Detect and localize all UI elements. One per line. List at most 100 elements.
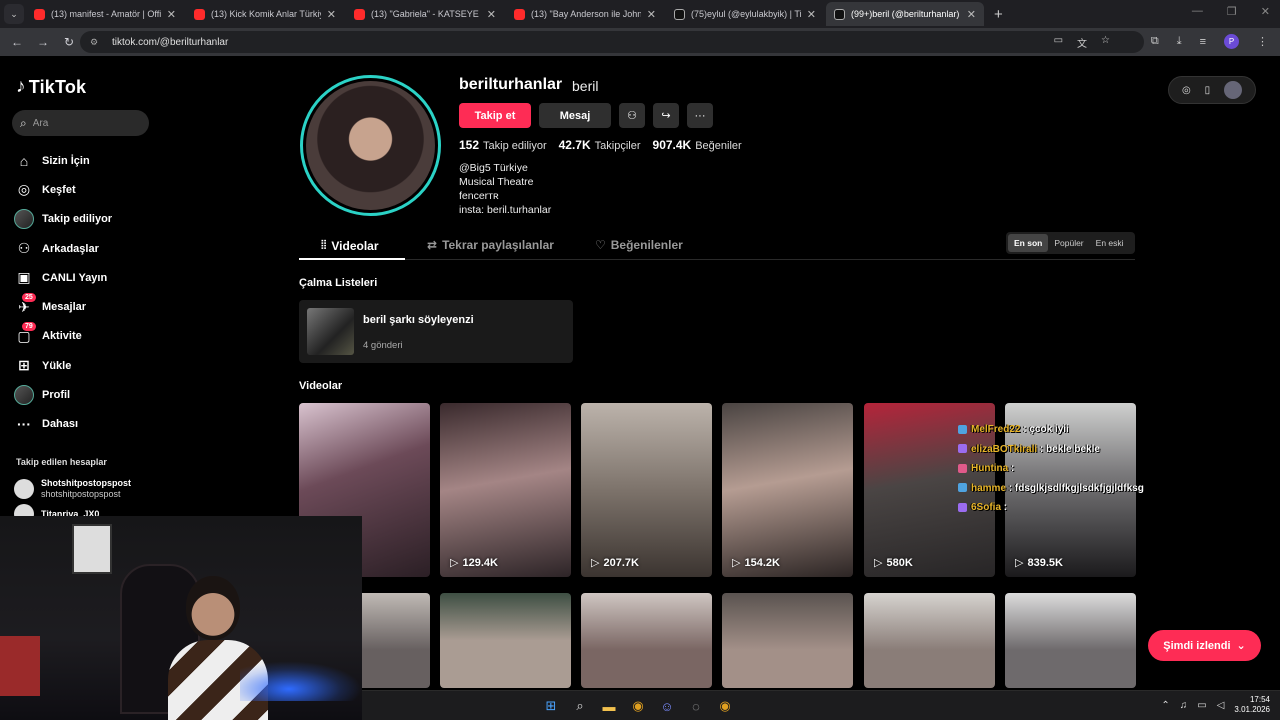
minimize-icon[interactable]: —: [1192, 5, 1203, 18]
search-icon: ⌕: [20, 115, 27, 130]
stat-item[interactable]: 152 Takip ediliyor: [459, 138, 547, 152]
account-username: shotshitpostopspost: [41, 489, 121, 499]
forward-icon[interactable]: →: [30, 35, 56, 49]
tab-videos[interactable]: ⦙⦙ Videolar: [321, 238, 379, 253]
profile-bio: @Big5 Türkiye Musical Theatre fencerᴛʀ inst…: [459, 161, 551, 217]
sidebar-item[interactable]: ◎ Keşfet: [14, 175, 112, 204]
add-friend-icon[interactable]: ⚇: [619, 103, 645, 128]
chrome-active-icon[interactable]: ◉: [714, 695, 736, 717]
tray-chevron-icon[interactable]: ⌃: [1161, 700, 1169, 711]
close-tab-icon[interactable]: ✕: [967, 8, 976, 21]
user-avatar[interactable]: [1224, 81, 1243, 99]
sidebar-item[interactable]: ··· Dahası: [14, 410, 112, 439]
video-thumbnail[interactable]: ▷ 207.7K: [581, 403, 712, 577]
video-thumbnail[interactable]: ▷ 154.2K: [722, 403, 853, 577]
sidebar-item[interactable]: ⊞ Yükle: [14, 351, 112, 380]
new-tab-button[interactable]: +: [994, 6, 1003, 23]
coins-icon[interactable]: ◎: [1182, 85, 1191, 96]
bookmark-star-icon[interactable]: ☆: [1101, 35, 1110, 50]
more-options-icon[interactable]: ···: [687, 103, 713, 128]
search-input[interactable]: [32, 117, 123, 129]
browser-tab[interactable]: (13) manifest - Amatör | Official ✕: [26, 2, 184, 26]
profile-avatar[interactable]: [300, 75, 441, 216]
tiktok-logo[interactable]: ♪ TikTok: [16, 76, 86, 98]
videos-title: Videolar: [299, 380, 343, 392]
sidebar-item[interactable]: ⌂ Sizin İçin: [14, 146, 112, 175]
network-icon[interactable]: ▭: [1197, 700, 1206, 711]
search-box[interactable]: ⌕: [12, 110, 149, 136]
sidebar-item[interactable]: ▢ 79 Aktivite: [14, 322, 112, 351]
video-thumbnail[interactable]: ▷ 129.4K: [440, 403, 571, 577]
sort-latest[interactable]: En son: [1008, 234, 1049, 252]
sidebar-item[interactable]: ✈ 25 Mesajlar: [14, 292, 112, 321]
grid-icon: ⦙⦙: [321, 238, 327, 252]
tab-liked[interactable]: ♡ Beğenilenler: [595, 238, 683, 252]
url-field[interactable]: ⚙ tiktok.com/@berilturhanlar: [80, 31, 1144, 53]
video-view-count: 129.4K: [462, 556, 498, 569]
maximize-icon[interactable]: ❐: [1227, 5, 1237, 18]
tab-reposts-label: Tekrar paylaşılanlar: [442, 238, 554, 252]
close-window-icon[interactable]: ✕: [1261, 5, 1270, 18]
now-watched-label: Şimdi izlendi: [1163, 639, 1231, 652]
browser-tab[interactable]: (13) "Bay Anderson ile John Wi ✕: [506, 2, 664, 26]
sidebar-item[interactable]: ▣ CANLI Yayın: [14, 263, 112, 292]
clock[interactable]: 17:54 3.01.2026: [1234, 695, 1270, 715]
video-thumbnail[interactable]: [864, 593, 995, 688]
playlist-name: beril şarkı söyleyenzi: [363, 314, 474, 326]
followed-account[interactable]: Shotshitpostopspost shotshitpostopspost: [14, 478, 131, 500]
message-button[interactable]: Mesaj: [539, 103, 611, 128]
play-icon: ▷: [732, 557, 741, 569]
translate-icon[interactable]: 文: [1077, 35, 1087, 50]
browser-tab[interactable]: (75)eylul (@eylulakbyik) | TikTo ✕: [666, 2, 824, 26]
led-light: [240, 661, 362, 701]
close-tab-icon[interactable]: ✕: [647, 8, 656, 21]
browser-menu-icon[interactable]: ⋮: [1257, 35, 1268, 48]
video-thumbnail[interactable]: [581, 593, 712, 688]
extensions-icon[interactable]: ⧉: [1151, 35, 1159, 48]
device-icon[interactable]: ▯: [1205, 85, 1211, 96]
cast-icon[interactable]: ▭: [1054, 35, 1063, 50]
sidebar-item[interactable]: Takip ediliyor: [14, 205, 112, 234]
video-thumbnail[interactable]: [440, 593, 571, 688]
browser-tab[interactable]: (13) Kick Komik Anlar Türkiye R ✕: [186, 2, 344, 26]
video-thumbnail[interactable]: [722, 593, 853, 688]
taskbar-search-icon[interactable]: ⌕: [569, 695, 591, 717]
follow-button[interactable]: Takip et: [459, 103, 531, 128]
playlist-card[interactable]: beril şarkı söyleyenzi 4 gönderi: [299, 300, 573, 363]
download-icon[interactable]: ⤓: [1177, 35, 1182, 48]
sidebar-item-label: Keşfet: [42, 183, 76, 196]
tab-search-button[interactable]: ⌄: [4, 4, 24, 24]
tab-reposts[interactable]: ⇄ Tekrar paylaşılanlar: [427, 238, 554, 252]
media-icon[interactable]: ≡: [1200, 36, 1206, 48]
stat-item[interactable]: 907.4K Beğeniler: [653, 138, 742, 152]
windows-start-icon[interactable]: ⊞: [540, 695, 562, 717]
chrome-icon[interactable]: ◉: [627, 695, 649, 717]
site-info-icon[interactable]: ⚙: [90, 37, 102, 48]
reload-icon[interactable]: ↻: [56, 35, 82, 49]
microphone-icon[interactable]: ♫: [1180, 700, 1188, 711]
stat-item[interactable]: 42.7K Takipçiler: [559, 138, 641, 152]
sidebar-item[interactable]: Profil: [14, 380, 112, 409]
file-explorer-icon[interactable]: ▬: [598, 695, 620, 717]
bio-line: insta: beril.turhanlar: [459, 204, 552, 216]
video-thumbnail[interactable]: [1005, 593, 1136, 688]
url-actions: ▭ 文 ☆: [1054, 35, 1110, 50]
close-tab-icon[interactable]: ✕: [167, 8, 176, 21]
browser-tab[interactable]: (13) "Gabriela" - KATSEYE - You ✕: [346, 2, 504, 26]
sort-oldest[interactable]: En eski: [1090, 234, 1130, 252]
close-tab-icon[interactable]: ✕: [487, 8, 496, 21]
share-icon[interactable]: ↪: [653, 103, 679, 128]
volume-icon[interactable]: ◁: [1217, 700, 1225, 711]
now-watched-button[interactable]: Şimdi izlendi ⌄: [1148, 630, 1261, 661]
close-tab-icon[interactable]: ✕: [327, 8, 336, 21]
upload-icon: ⊞: [18, 357, 30, 374]
browser-profile-avatar[interactable]: P: [1224, 34, 1239, 49]
sort-popular[interactable]: Popüler: [1048, 234, 1089, 252]
discord-icon[interactable]: ☺: [656, 695, 678, 717]
bio-line: @Big5 Türkiye: [459, 162, 528, 174]
app-icon[interactable]: ◌: [685, 695, 707, 717]
sidebar-item[interactable]: ⚇ Arkadaşlar: [14, 234, 112, 263]
back-icon[interactable]: ←: [4, 35, 30, 49]
close-tab-icon[interactable]: ✕: [807, 8, 816, 21]
browser-tab[interactable]: (99+)beril (@berilturhanlar) | T ✕: [826, 2, 984, 26]
